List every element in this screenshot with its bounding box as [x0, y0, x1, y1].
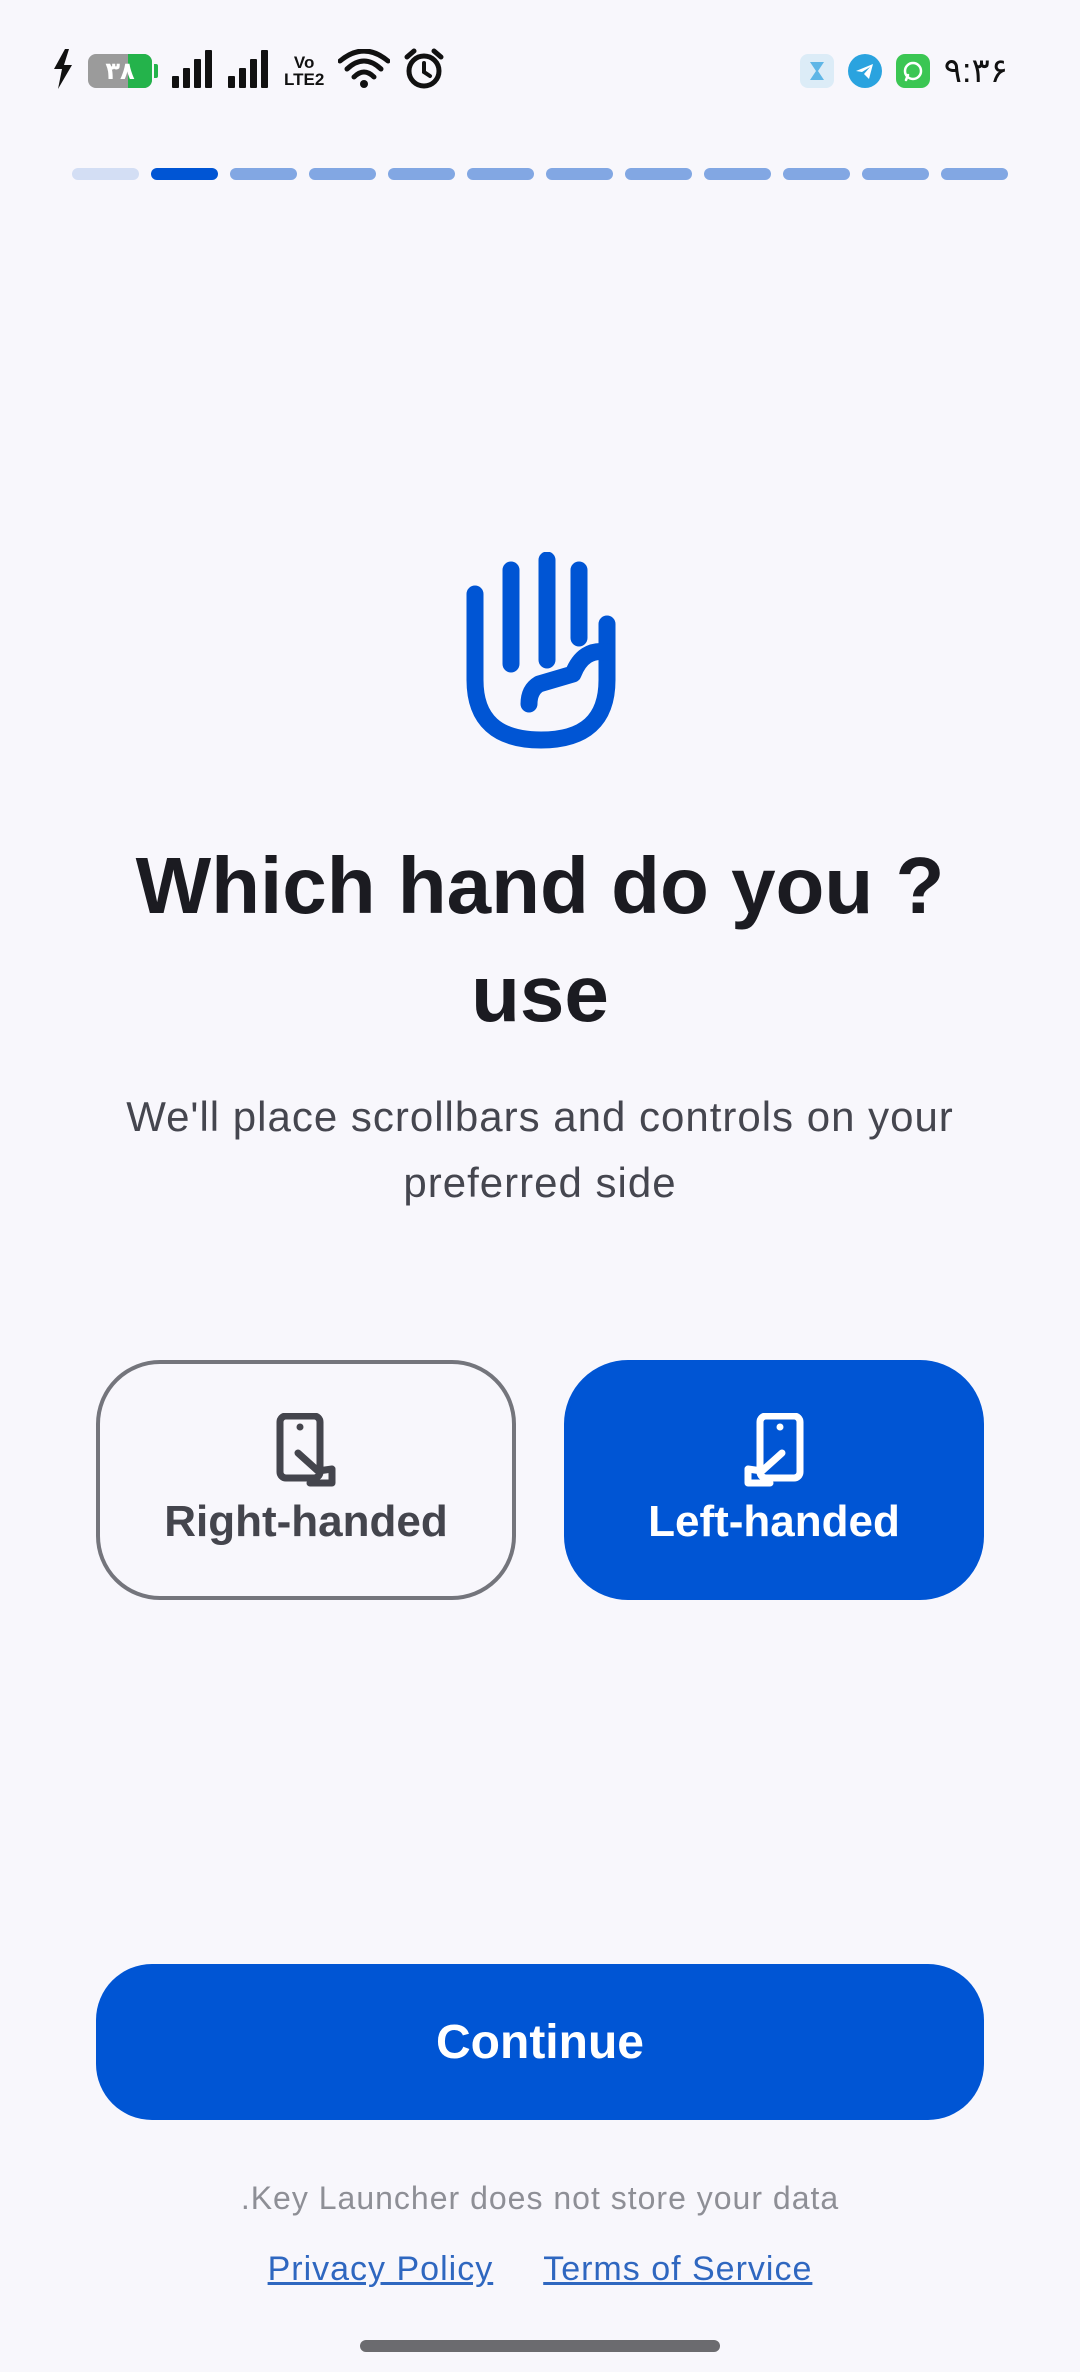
progress-segment — [230, 168, 297, 180]
progress-segment — [783, 168, 850, 180]
right-handed-label: Right-handed — [164, 1497, 448, 1546]
progress-segment — [862, 168, 929, 180]
progress-segment — [704, 168, 771, 180]
progress-segment — [309, 168, 376, 180]
phone-right-hand-icon — [274, 1412, 338, 1487]
progress-segment — [388, 168, 455, 180]
onboarding-progress — [72, 168, 1008, 180]
signal-icon — [172, 49, 214, 93]
raised-hand-icon — [463, 551, 619, 752]
progress-segment — [546, 168, 613, 180]
continue-button[interactable]: Continue — [96, 1964, 984, 2120]
phone-left-hand-icon — [742, 1412, 806, 1487]
status-bar-right: ۹:۳۶ — [799, 48, 1008, 94]
hand-options: Right-handed Left-handed — [96, 1360, 984, 1600]
left-handed-label: Left-handed — [648, 1497, 900, 1546]
left-handed-option[interactable]: Left-handed — [564, 1360, 984, 1600]
telegram-icon — [847, 54, 882, 88]
page-subtitle: We'll place scrollbars and controls on y… — [126, 1093, 954, 1206]
home-indicator[interactable] — [360, 2340, 720, 2352]
charging-bolt-icon — [52, 48, 74, 94]
app-notification-icon — [799, 54, 834, 88]
status-time: ۹:۳۶ — [943, 52, 1008, 90]
status-bar-left: ۳۸ Vo LTE2 — [52, 48, 444, 94]
status-bar: ۳۸ Vo LTE2 ۹:۳۶ — [0, 0, 1080, 140]
privacy-disclaimer: .Key Launcher does not store your data — [240, 2180, 840, 2216]
signal-icon — [228, 49, 270, 93]
legal-links: Privacy Policy Terms of Service — [90, 2250, 990, 2289]
progress-segment-active — [151, 168, 218, 180]
battery-level: ۳۸ — [105, 57, 135, 85]
privacy-policy-link[interactable]: Privacy Policy — [268, 2250, 494, 2289]
progress-segment — [72, 168, 139, 180]
progress-segment — [467, 168, 534, 180]
alarm-icon — [404, 48, 444, 95]
progress-segment — [941, 168, 1008, 180]
volte-label-bottom: LTE2 — [284, 70, 325, 89]
terms-of-service-link[interactable]: Terms of Service — [543, 2250, 812, 2289]
progress-segment — [625, 168, 692, 180]
wifi-icon — [337, 48, 391, 94]
right-handed-option[interactable]: Right-handed — [96, 1360, 516, 1600]
page-title: Which hand do you ?use — [135, 841, 945, 1038]
battery-icon: ۳۸ — [88, 54, 158, 88]
volte-icon: Vo LTE2 — [284, 54, 324, 88]
whatsapp-icon — [895, 54, 930, 88]
